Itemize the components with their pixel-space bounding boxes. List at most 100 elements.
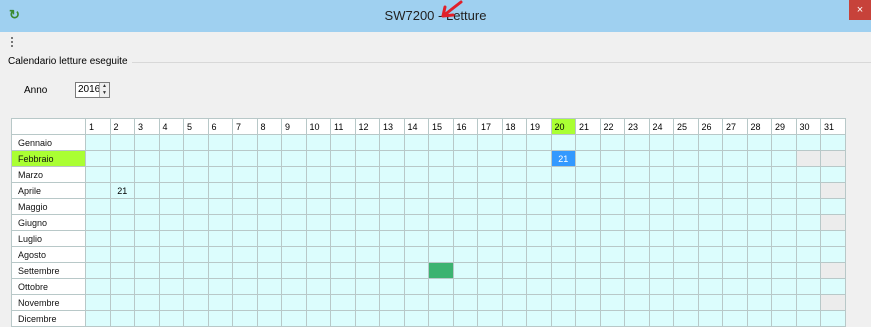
day-cell[interactable]: [85, 182, 111, 199]
day-cell[interactable]: [722, 166, 748, 183]
day-cell[interactable]: [428, 198, 454, 215]
day-cell[interactable]: [746, 198, 772, 215]
day-cell[interactable]: [134, 182, 160, 199]
day-cell[interactable]: [501, 278, 527, 295]
month-label[interactable]: Settembre: [11, 262, 86, 279]
day-cell[interactable]: [771, 310, 797, 327]
day-cell[interactable]: [379, 294, 405, 311]
day-cell[interactable]: [428, 214, 454, 231]
day-cell[interactable]: [697, 198, 723, 215]
day-header[interactable]: 15: [428, 118, 454, 135]
day-cell[interactable]: [795, 230, 821, 247]
day-header[interactable]: 26: [697, 118, 723, 135]
day-cell[interactable]: [697, 294, 723, 311]
day-cell[interactable]: [746, 134, 772, 151]
day-header[interactable]: 9: [281, 118, 307, 135]
day-cell[interactable]: [771, 262, 797, 279]
day-cell[interactable]: [183, 278, 209, 295]
day-cell[interactable]: [403, 214, 429, 231]
day-cell[interactable]: [109, 310, 135, 327]
day-header[interactable]: 30: [795, 118, 821, 135]
day-cell[interactable]: [697, 262, 723, 279]
day-cell[interactable]: [256, 262, 282, 279]
day-cell[interactable]: [648, 150, 674, 167]
day-cell[interactable]: [501, 182, 527, 199]
day-cell[interactable]: [428, 230, 454, 247]
day-cell[interactable]: [379, 134, 405, 151]
day-cell[interactable]: [109, 150, 135, 167]
day-cell[interactable]: [820, 262, 846, 279]
day-cell[interactable]: [232, 262, 258, 279]
day-cell[interactable]: [746, 294, 772, 311]
day-cell[interactable]: [330, 166, 356, 183]
day-cell[interactable]: [452, 150, 478, 167]
day-header[interactable]: 18: [501, 118, 527, 135]
day-cell[interactable]: [256, 310, 282, 327]
day-cell[interactable]: [85, 294, 111, 311]
day-cell[interactable]: [697, 214, 723, 231]
day-cell[interactable]: [232, 278, 258, 295]
day-cell[interactable]: [330, 246, 356, 263]
day-cell[interactable]: [550, 182, 576, 199]
day-cell[interactable]: [648, 198, 674, 215]
day-cell[interactable]: [207, 230, 233, 247]
day-cell[interactable]: [526, 278, 552, 295]
day-cell[interactable]: [428, 150, 454, 167]
day-cell[interactable]: [526, 182, 552, 199]
day-cell[interactable]: [526, 262, 552, 279]
day-cell[interactable]: [550, 198, 576, 215]
day-cell[interactable]: [281, 230, 307, 247]
day-cell[interactable]: [820, 294, 846, 311]
day-cell[interactable]: [771, 246, 797, 263]
day-cell[interactable]: [820, 182, 846, 199]
day-cell[interactable]: [575, 214, 601, 231]
day-cell[interactable]: [477, 230, 503, 247]
day-cell[interactable]: [305, 198, 331, 215]
day-cell[interactable]: [232, 166, 258, 183]
day-cell[interactable]: [501, 310, 527, 327]
day-cell[interactable]: [379, 198, 405, 215]
day-cell[interactable]: [697, 134, 723, 151]
day-header[interactable]: 29: [771, 118, 797, 135]
day-cell[interactable]: [771, 214, 797, 231]
day-header[interactable]: 22: [599, 118, 625, 135]
day-cell[interactable]: [109, 246, 135, 263]
day-cell[interactable]: [501, 150, 527, 167]
day-cell[interactable]: [697, 166, 723, 183]
day-cell[interactable]: [232, 182, 258, 199]
day-cell[interactable]: [183, 294, 209, 311]
day-cell[interactable]: [403, 134, 429, 151]
day-cell[interactable]: [526, 150, 552, 167]
day-cell[interactable]: [746, 214, 772, 231]
day-cell[interactable]: [207, 134, 233, 151]
day-cell[interactable]: [354, 278, 380, 295]
day-cell[interactable]: [501, 198, 527, 215]
month-label[interactable]: Agosto: [11, 246, 86, 263]
day-cell[interactable]: [722, 310, 748, 327]
day-cell[interactable]: [771, 150, 797, 167]
day-cell[interactable]: [256, 214, 282, 231]
day-cell[interactable]: [85, 150, 111, 167]
day-cell[interactable]: [477, 166, 503, 183]
day-cell[interactable]: [452, 262, 478, 279]
day-cell[interactable]: [134, 310, 160, 327]
month-label[interactable]: Ottobre: [11, 278, 86, 295]
day-cell[interactable]: [575, 150, 601, 167]
day-cell[interactable]: [403, 246, 429, 263]
day-cell[interactable]: [820, 246, 846, 263]
day-cell[interactable]: [354, 150, 380, 167]
day-cell[interactable]: [134, 214, 160, 231]
day-cell[interactable]: [232, 294, 258, 311]
day-cell[interactable]: [207, 150, 233, 167]
day-cell[interactable]: [403, 198, 429, 215]
day-cell[interactable]: [746, 166, 772, 183]
day-cell[interactable]: [232, 230, 258, 247]
day-cell[interactable]: [673, 214, 699, 231]
day-cell[interactable]: [648, 294, 674, 311]
day-cell[interactable]: [256, 246, 282, 263]
day-cell[interactable]: [256, 182, 282, 199]
day-cell[interactable]: [85, 278, 111, 295]
day-cell[interactable]: [599, 134, 625, 151]
day-header[interactable]: 1: [85, 118, 111, 135]
day-cell[interactable]: [820, 230, 846, 247]
